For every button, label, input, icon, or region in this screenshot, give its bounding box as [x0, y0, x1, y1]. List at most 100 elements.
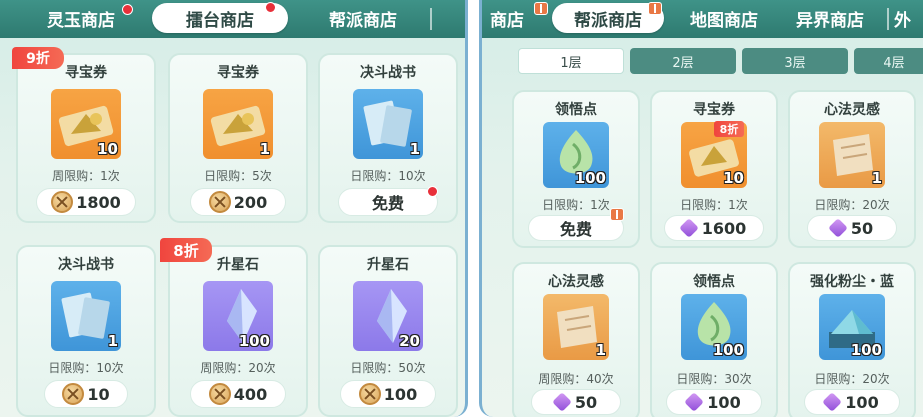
shop-item-card[interactable]: 决斗战书 1 日限购：10次 免费 — [318, 53, 458, 223]
shop-item-card[interactable]: 领悟点 100 日限购：30次 100 — [650, 262, 778, 417]
item-title: 决斗战书 — [58, 257, 114, 273]
shop-item-card[interactable]: 心法灵感 1 周限购：40次 50 — [512, 262, 640, 417]
item-title: 强化粉尘・蓝 — [810, 274, 894, 290]
gem-icon — [551, 392, 572, 412]
price-value: 50 — [574, 392, 598, 412]
gem-icon — [822, 392, 843, 412]
buy-button[interactable]: 100 — [340, 380, 436, 408]
buy-button[interactable]: 200 — [190, 188, 286, 216]
free-claim-button[interactable]: 免费 — [338, 188, 438, 216]
price-value: 1800 — [76, 192, 121, 212]
tab-otherworld-shop[interactable]: 异界商店 — [786, 3, 874, 33]
purchase-limit: 日限购：5次 — [204, 169, 272, 183]
item-quantity: 10 — [97, 140, 118, 158]
tab-divider — [430, 8, 432, 30]
arena-shop-panel: 灵玉商店 擂台商店 帮派商店 寻宝券 10 周限购：1次 1800 9折 寻宝券… — [0, 0, 468, 417]
purchase-limit: 日限购：50次 — [350, 361, 426, 375]
tab-lingyu-shop[interactable]: 灵玉商店 — [36, 3, 126, 33]
tab-partial-shop[interactable]: 商店 — [482, 3, 532, 33]
coin-icon — [62, 383, 85, 405]
shop-tab-bar: 商店 帮派商店 地图商店 异界商店 外 — [482, 0, 923, 38]
price-value: 免费 — [371, 194, 404, 213]
item-title: 心法灵感 — [824, 102, 880, 118]
shop-item-card[interactable]: 强化粉尘・蓝 100 日限购：20次 100 — [788, 262, 916, 417]
item-quantity: 100 — [574, 169, 606, 187]
buy-button[interactable]: 1600 — [664, 215, 764, 241]
notification-dot — [122, 4, 133, 15]
floor-tab-2[interactable]: 2层 — [630, 48, 736, 74]
item-quantity: 100 — [238, 332, 270, 350]
item-quantity: 10 — [723, 169, 744, 187]
purchase-limit: 日限购：30次 — [676, 372, 752, 386]
item-quantity: 1 — [595, 341, 606, 359]
price-value: 100 — [707, 392, 741, 412]
shop-tab-bar: 灵玉商店 擂台商店 帮派商店 — [0, 0, 465, 38]
item-title: 寻宝券 — [693, 102, 735, 118]
floor-tab-1[interactable]: 1层 — [518, 48, 624, 74]
shop-item-card[interactable]: 领悟点 100 日限购：1次 免费 — [512, 90, 640, 248]
gem-icon — [827, 218, 848, 238]
tab-partial-outer[interactable]: 外 — [894, 3, 923, 33]
buy-button[interactable]: 100 — [804, 389, 900, 415]
item-quantity: 100 — [712, 341, 744, 359]
jade-drop-icon: 100 — [543, 122, 609, 188]
coin-icon — [358, 383, 381, 405]
discount-badge: 8折 — [714, 121, 744, 137]
tab-guild-shop[interactable]: 帮派商店 — [318, 3, 408, 33]
item-title: 寻宝券 — [217, 65, 259, 81]
gift-icon — [534, 2, 548, 15]
item-title: 领悟点 — [555, 102, 597, 118]
price-value: 50 — [850, 218, 874, 238]
discount-badge: 8折 — [160, 238, 212, 262]
purchase-limit: 日限购：10次 — [48, 361, 124, 375]
purchase-limit: 周限购：1次 — [52, 169, 120, 183]
purchase-limit: 日限购：20次 — [814, 198, 890, 212]
scroll-map-icon: 1 — [203, 89, 273, 159]
blue-dust-icon: 100 — [819, 294, 885, 360]
item-title: 决斗战书 — [360, 65, 416, 81]
price-value: 400 — [233, 384, 268, 404]
purchase-limit: 周限购：20次 — [200, 361, 276, 375]
purchase-limit: 日限购：20次 — [814, 372, 890, 386]
scroll-map-icon: 10 — [51, 89, 121, 159]
buy-button[interactable]: 50 — [531, 389, 621, 415]
price-value: 200 — [233, 192, 268, 212]
item-quantity: 1 — [259, 140, 270, 158]
item-quantity: 1 — [409, 140, 420, 158]
gift-icon — [610, 208, 624, 221]
jade-drop-icon: 100 — [681, 294, 747, 360]
shop-item-card[interactable]: 心法灵感 1 日限购：20次 50 — [788, 90, 916, 248]
coin-icon — [208, 191, 231, 213]
price-value: 100 — [383, 384, 418, 404]
shop-item-card[interactable]: 决斗战书 1 日限购：10次 10 — [16, 245, 156, 417]
gem-icon — [678, 218, 699, 238]
buy-button[interactable]: 1800 — [36, 188, 136, 216]
floor-tabs: 1层 2层 3层 4层 — [482, 46, 923, 76]
purchase-limit: 周限购：40次 — [538, 372, 614, 386]
price-value: 10 — [87, 384, 110, 404]
shop-item-card[interactable]: 寻宝券 1 日限购：5次 200 — [168, 53, 308, 223]
notification-dot — [427, 186, 438, 197]
coin-icon — [208, 383, 231, 405]
buy-button[interactable]: 400 — [190, 380, 286, 408]
buy-button[interactable]: 100 — [666, 389, 762, 415]
buy-button[interactable]: 10 — [44, 380, 128, 408]
notification-dot — [265, 2, 276, 13]
floor-tab-3[interactable]: 3层 — [742, 48, 848, 74]
shop-item-card[interactable]: 寻宝券 10 周限购：1次 1800 — [16, 53, 156, 223]
crystal-icon: 100 — [203, 281, 273, 351]
tab-divider — [887, 8, 889, 30]
book-icon: 1 — [353, 89, 423, 159]
gem-icon — [684, 392, 705, 412]
shop-item-card[interactable]: 升星石 20 日限购：50次 100 — [318, 245, 458, 417]
floor-tab-4[interactable]: 4层 — [854, 48, 923, 74]
tab-map-shop[interactable]: 地图商店 — [680, 3, 768, 33]
item-title: 领悟点 — [693, 274, 735, 290]
price-value: 免费 — [559, 220, 592, 239]
purchase-limit: 日限购：10次 — [350, 169, 426, 183]
shop-item-card[interactable]: 升星石 100 周限购：20次 400 — [168, 245, 308, 417]
discount-badge: 9折 — [12, 47, 64, 69]
item-quantity: 100 — [850, 341, 882, 359]
buy-button[interactable]: 50 — [807, 215, 897, 241]
shop-item-card[interactable]: 寻宝券 10 日限购：1次 1600 — [650, 90, 778, 248]
